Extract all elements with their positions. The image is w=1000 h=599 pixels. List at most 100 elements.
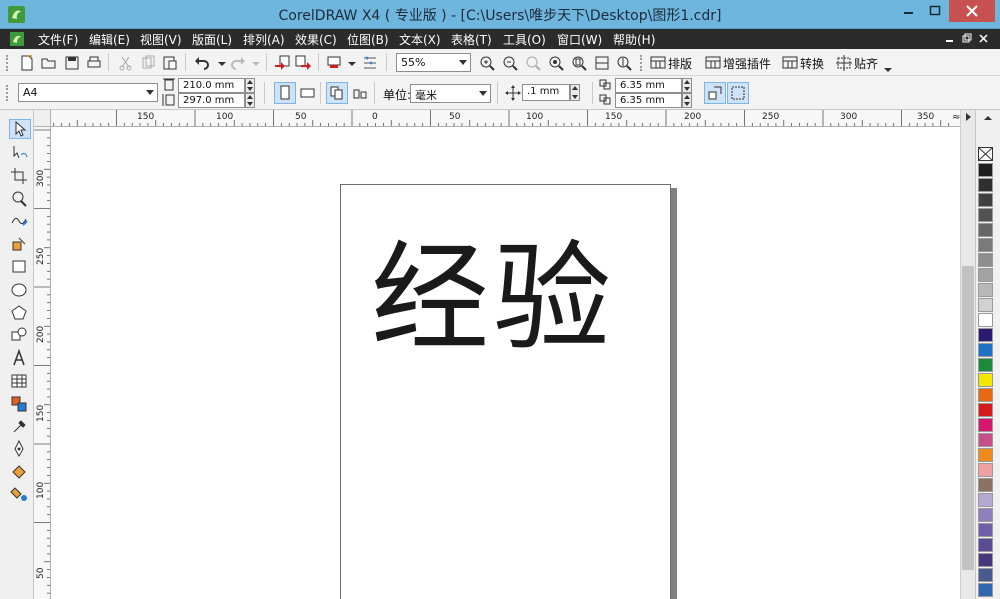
color-swatch[interactable] — [978, 583, 993, 597]
import-icon[interactable] — [272, 53, 292, 73]
color-swatch[interactable] — [978, 388, 993, 402]
portrait-button[interactable] — [274, 82, 296, 104]
nudge-spinner[interactable] — [570, 84, 580, 101]
polygon-tool-icon[interactable] — [9, 303, 31, 323]
zoom-in-icon[interactable] — [477, 53, 497, 73]
zoom-all-objects-icon[interactable] — [546, 53, 566, 73]
print-icon[interactable] — [84, 53, 104, 73]
paiban-button[interactable]: 排版 — [668, 55, 692, 72]
menu-text[interactable]: 文本(X) — [399, 31, 441, 48]
fill-tool-icon[interactable] — [9, 462, 31, 482]
color-swatch[interactable] — [978, 208, 993, 222]
no-color-swatch[interactable] — [978, 147, 993, 161]
nudge-field[interactable]: .1 mm — [522, 84, 570, 101]
toolbar-grip[interactable] — [640, 55, 642, 71]
color-swatch[interactable] — [978, 508, 993, 522]
scroll-arrow-right-icon[interactable] — [961, 110, 976, 124]
zoom-page-icon[interactable] — [569, 53, 589, 73]
color-swatch[interactable] — [978, 568, 993, 582]
color-swatch[interactable] — [978, 448, 993, 462]
color-swatch[interactable] — [978, 178, 993, 192]
drawing-canvas[interactable]: 经验 — [51, 127, 960, 599]
application-launcher-icon[interactable] — [324, 53, 344, 73]
color-swatch[interactable] — [978, 298, 993, 312]
zoom-tool-icon[interactable] — [9, 189, 31, 209]
color-swatch[interactable] — [978, 163, 993, 177]
units-select[interactable]: 毫米 — [410, 84, 491, 103]
color-swatch[interactable] — [978, 268, 993, 282]
redo-icon[interactable] — [228, 53, 248, 73]
toolbar-overflow-icon[interactable] — [878, 57, 898, 77]
paste-icon[interactable] — [160, 53, 180, 73]
scrollbar-thumb[interactable] — [962, 266, 974, 570]
menu-tools[interactable]: 工具(O) — [503, 31, 546, 48]
zoom-level-select[interactable]: 55% — [396, 53, 471, 72]
color-swatch[interactable] — [978, 343, 993, 357]
color-swatch[interactable] — [978, 358, 993, 372]
color-swatch[interactable] — [978, 478, 993, 492]
menu-window[interactable]: 窗口(W) — [557, 31, 602, 48]
zoom-page-height-icon[interactable] — [614, 53, 634, 73]
doc-minimize-icon[interactable] — [945, 32, 955, 44]
toolbar-grip[interactable] — [6, 85, 8, 101]
open-icon[interactable] — [39, 53, 59, 73]
color-swatch[interactable] — [978, 193, 993, 207]
menu-help[interactable]: 帮助(H) — [613, 31, 655, 48]
cut-icon[interactable] — [116, 53, 136, 73]
plugins-button[interactable]: 增强插件 — [723, 55, 771, 72]
horizontal-ruler[interactable]: 150 100 50 0 50 100 150 200 250 300 350 … — [34, 110, 960, 127]
color-swatch[interactable] — [978, 433, 993, 447]
zoom-out-icon[interactable] — [500, 53, 520, 73]
toolbar-grip[interactable] — [6, 55, 8, 71]
color-swatch[interactable] — [978, 403, 993, 417]
interactive-blend-tool-icon[interactable] — [9, 394, 31, 414]
outline-pen-tool-icon[interactable] — [9, 439, 31, 459]
color-swatch[interactable] — [978, 328, 993, 342]
crop-tool-icon[interactable] — [9, 166, 31, 186]
text-tool-icon[interactable] — [9, 348, 31, 368]
rectangle-tool-icon[interactable] — [9, 257, 31, 277]
pick-tool[interactable] — [9, 119, 31, 139]
zoom-selected-icon[interactable] — [523, 53, 543, 73]
vertical-ruler[interactable]: 300 250 200 150 100 50 — [34, 127, 51, 599]
shape-tool-icon[interactable] — [9, 143, 31, 163]
doc-close-icon[interactable] — [979, 32, 989, 44]
document-text-object[interactable]: 经验 — [371, 239, 615, 357]
color-swatch[interactable] — [978, 493, 993, 507]
all-pages-button[interactable] — [326, 82, 348, 104]
export-icon[interactable] — [293, 53, 313, 73]
copy-icon[interactable] — [138, 53, 158, 73]
eyedropper-tool-icon[interactable] — [9, 416, 31, 436]
color-swatch[interactable] — [978, 313, 993, 327]
undo-icon[interactable] — [192, 53, 212, 73]
basic-shapes-tool-icon[interactable] — [9, 325, 31, 345]
menu-edit[interactable]: 编辑(E) — [89, 31, 130, 48]
color-swatch[interactable] — [978, 523, 993, 537]
zoom-page-width-icon[interactable] — [592, 53, 612, 73]
new-icon[interactable] — [17, 53, 37, 73]
close-button[interactable] — [949, 0, 995, 22]
color-swatch[interactable] — [978, 418, 993, 432]
ellipse-tool-icon[interactable] — [9, 280, 31, 300]
vertical-scrollbar[interactable] — [960, 110, 975, 599]
maximize-button[interactable] — [922, 0, 949, 22]
page-width-field[interactable]: 210.0 mm — [178, 78, 245, 93]
landscape-icon[interactable] — [298, 83, 318, 103]
treat-as-filled-button[interactable] — [704, 82, 726, 104]
convert-button[interactable]: 转换 — [800, 55, 824, 72]
page-width-spinner[interactable] — [245, 78, 255, 93]
minimize-button[interactable] — [895, 0, 922, 22]
menu-layout[interactable]: 版面(L) — [192, 31, 232, 48]
options-icon[interactable] — [360, 53, 380, 73]
menu-bitmaps[interactable]: 位图(B) — [347, 31, 389, 48]
snap-button[interactable]: 贴齐 — [854, 55, 878, 72]
duplicate-x-field[interactable]: 6.35 mm — [615, 78, 682, 93]
page-height-spinner[interactable] — [245, 93, 255, 108]
freehand-tool-icon[interactable] — [9, 211, 31, 231]
palette-scroll-up-icon[interactable] — [982, 113, 994, 123]
duplicate-y-spinner[interactable] — [682, 93, 692, 108]
duplicate-x-spinner[interactable] — [682, 78, 692, 93]
doc-restore-icon[interactable] — [962, 32, 972, 44]
document-page[interactable]: 经验 — [340, 184, 671, 599]
color-swatch[interactable] — [978, 463, 993, 477]
